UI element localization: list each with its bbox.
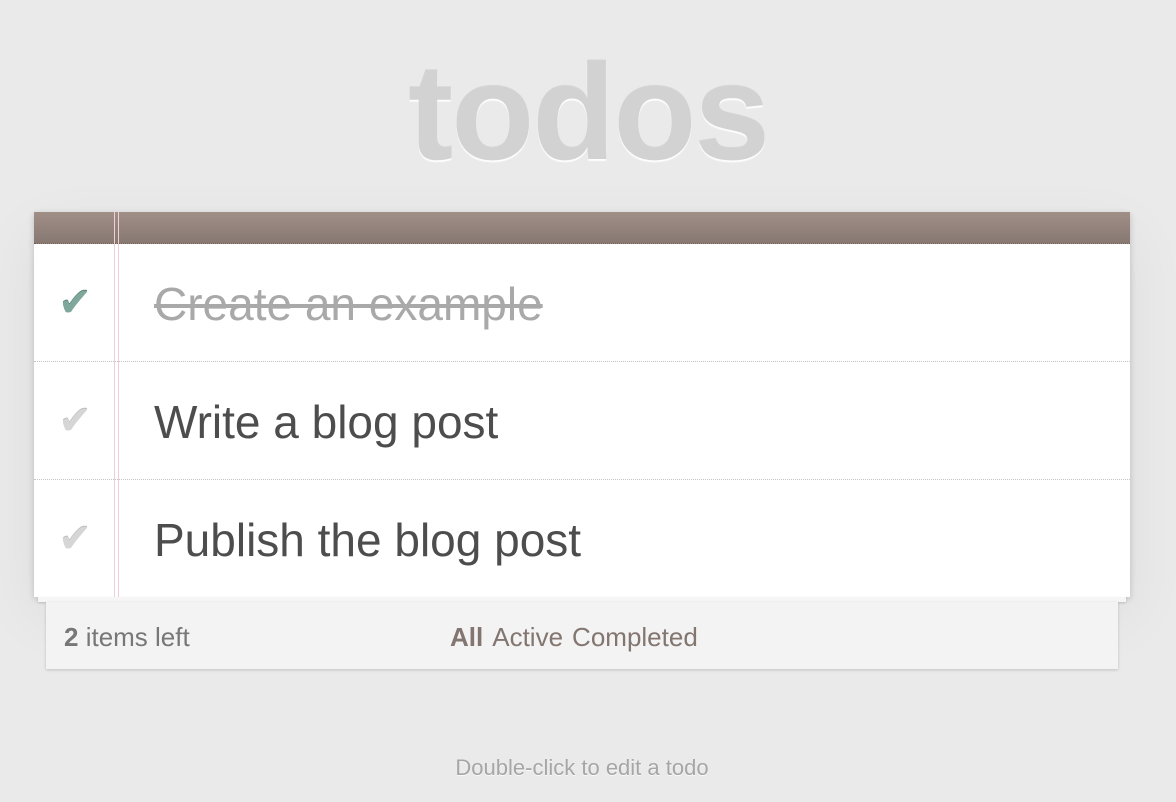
- filter-completed-link[interactable]: Completed: [572, 622, 698, 652]
- todo-app-page: todos ✔ Create an example ✔ Write a blog…: [0, 0, 1176, 802]
- items-left-suffix: items left: [78, 622, 190, 652]
- filter-all-link[interactable]: All: [450, 622, 483, 652]
- todo-label[interactable]: Create an example: [154, 277, 543, 331]
- todo-label[interactable]: Write a blog post: [154, 395, 498, 449]
- todo-item[interactable]: ✔ Publish the blog post: [34, 480, 1130, 597]
- header-bar: [34, 212, 1130, 244]
- filter-list: All Active Completed: [450, 622, 698, 652]
- filter-item-all: All: [450, 622, 483, 652]
- todo-label[interactable]: Publish the blog post: [154, 513, 581, 567]
- filter-item-active: Active: [492, 622, 563, 652]
- todo-list: ✔ Create an example ✔ Write a blog post …: [34, 244, 1130, 597]
- todo-item[interactable]: ✔ Create an example: [34, 244, 1130, 362]
- app-title: todos: [407, 36, 770, 188]
- filter-item-completed: Completed: [572, 622, 698, 652]
- todo-footer: 2 items left All Active Completed: [46, 602, 1118, 669]
- items-left-count: 2: [64, 622, 79, 652]
- todo-item[interactable]: ✔ Write a blog post: [34, 362, 1130, 480]
- filter-active-link[interactable]: Active: [492, 622, 563, 652]
- todo-app-card: ✔ Create an example ✔ Write a blog post …: [34, 212, 1130, 597]
- items-left-counter: 2 items left: [64, 622, 190, 652]
- toggle-unchecked-check-mark-icon[interactable]: ✔: [54, 400, 96, 442]
- toggle-checked-check-mark-icon[interactable]: ✔: [54, 282, 96, 324]
- edit-hint-text: Double-click to edit a todo: [455, 755, 709, 780]
- toggle-unchecked-check-mark-icon[interactable]: ✔: [54, 518, 96, 560]
